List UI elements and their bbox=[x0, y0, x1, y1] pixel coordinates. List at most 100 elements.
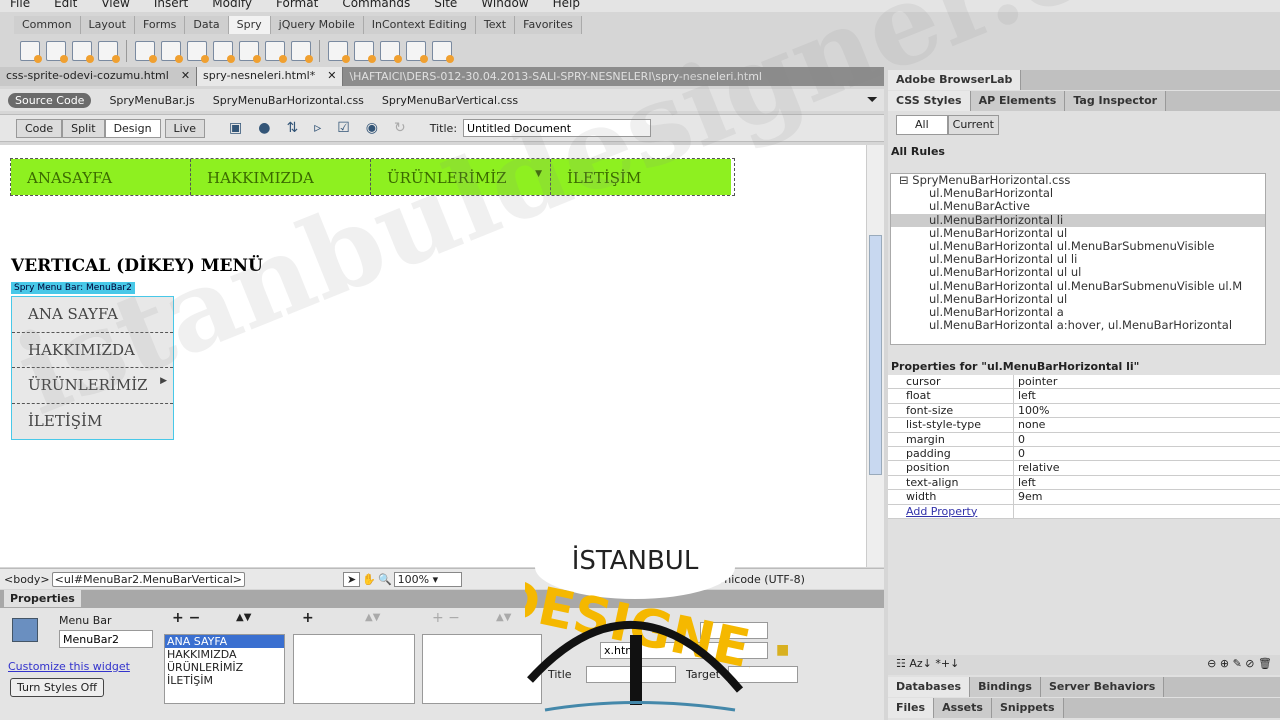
menu-item[interactable]: ÜRÜNLERİMİZ ▼ bbox=[371, 159, 551, 195]
menu-items-list[interactable]: ANA SAYFA HAKKIMIZDA ÜRÜNLERİMİZ İLETİŞİM bbox=[164, 634, 285, 704]
collapse-icon[interactable]: ⊟ bbox=[899, 174, 909, 187]
menu-item[interactable]: İLETİŞİM bbox=[551, 159, 731, 195]
property-value[interactable]: 0 bbox=[1014, 433, 1025, 446]
property-value[interactable]: 9em bbox=[1014, 490, 1042, 503]
property-value[interactable]: left bbox=[1014, 476, 1036, 489]
css-rule[interactable]: ul.MenuBarHorizontal li bbox=[891, 213, 1265, 227]
submenu-items-list[interactable] bbox=[293, 634, 415, 704]
preview-browser-icon[interactable]: ● bbox=[258, 120, 270, 136]
browse-folder-icon[interactable]: ■ bbox=[776, 642, 789, 658]
css-property-row[interactable]: width 9em bbox=[888, 490, 1280, 505]
tab-forms[interactable]: Forms bbox=[134, 16, 186, 34]
design-view-button[interactable]: Design bbox=[104, 118, 161, 138]
spry-validation-text-icon[interactable] bbox=[135, 41, 157, 63]
css-actions-icons[interactable]: ⊖ ⊕ ✎ ⊘ 🗑 bbox=[1207, 657, 1272, 670]
menu-item[interactable]: İLETİŞİM bbox=[12, 404, 173, 440]
spry-tooltip-icon[interactable] bbox=[432, 41, 454, 63]
tab-assets[interactable]: Assets bbox=[934, 698, 992, 718]
menu-item[interactable]: HAKKIMIZDA bbox=[191, 159, 371, 195]
spry-repeat-list-icon[interactable] bbox=[98, 41, 120, 63]
filter-icon[interactable]: ⏷ bbox=[867, 92, 878, 108]
menu-item[interactable]: ÜRÜNLERİMİZ ▶ bbox=[12, 368, 173, 404]
tab-jquery-mobile[interactable]: jQuery Mobile bbox=[270, 16, 364, 34]
css-property-row[interactable]: cursor pointer bbox=[888, 375, 1280, 390]
spry-accordion-icon[interactable] bbox=[380, 41, 402, 63]
all-button[interactable]: All bbox=[896, 115, 948, 135]
zoom-select[interactable]: 100% ▾ bbox=[393, 571, 462, 587]
design-view[interactable]: ANASAYFA HAKKIMIZDA ÜRÜNLERİMİZ ▼ İLETİŞİ… bbox=[0, 145, 866, 567]
menu-insert[interactable]: Insert bbox=[144, 0, 202, 12]
css-property-row[interactable]: margin 0 bbox=[888, 432, 1280, 447]
visual-aids-icon[interactable]: ◉ bbox=[366, 120, 378, 136]
spry-validation-select-icon[interactable] bbox=[213, 41, 235, 63]
spry-dataset-icon[interactable] bbox=[20, 41, 42, 63]
zoom-tool-icon[interactable]: 🔍 bbox=[378, 573, 392, 586]
live-view-button[interactable]: Live bbox=[164, 118, 206, 138]
widget-name-input[interactable] bbox=[59, 630, 153, 648]
menu-view[interactable]: View bbox=[91, 0, 143, 12]
tab-spry[interactable]: Spry bbox=[228, 16, 271, 34]
hand-tool-icon[interactable]: ✋ bbox=[362, 573, 376, 586]
file-management-icon[interactable]: ⇅ bbox=[286, 120, 298, 136]
title-input[interactable] bbox=[463, 119, 652, 137]
doc-tab-active[interactable]: spry-nesneleri.html* ✕ bbox=[197, 67, 344, 86]
tag-body[interactable]: <body> bbox=[4, 573, 50, 586]
rules-tree[interactable]: ⊟ SpryMenuBarHorizontal.css ul.MenuBarHo… bbox=[890, 173, 1266, 345]
tab-databases[interactable]: Databases bbox=[888, 677, 971, 697]
spry-validation-password-icon[interactable] bbox=[239, 41, 261, 63]
tab-layout[interactable]: Layout bbox=[80, 16, 135, 34]
css-rule[interactable]: ul.MenuBarHorizontal ul bbox=[891, 226, 1265, 240]
tab-server-behaviors[interactable]: Server Behaviors bbox=[1040, 677, 1165, 697]
menu-site[interactable]: Site bbox=[424, 0, 471, 12]
menu-window[interactable]: Window bbox=[471, 0, 542, 12]
related-file[interactable]: SpryMenuBarHorizontal.css bbox=[213, 94, 364, 107]
tab-common[interactable]: Common bbox=[14, 16, 81, 34]
related-file[interactable]: SpryMenuBarVertical.css bbox=[382, 94, 518, 107]
tab-data[interactable]: Data bbox=[185, 16, 229, 34]
css-property-row[interactable]: position relative bbox=[888, 461, 1280, 476]
menu-item[interactable]: ANA SAYFA bbox=[12, 297, 173, 333]
menu-format[interactable]: Format bbox=[266, 0, 332, 12]
subsubmenu-items-list[interactable] bbox=[422, 634, 542, 704]
check-browser-icon[interactable]: ☑ bbox=[337, 120, 350, 136]
close-icon[interactable]: ✕ bbox=[181, 69, 190, 82]
add-remove-item-icon[interactable]: + − bbox=[172, 610, 200, 626]
spry-tabbed-panels-icon[interactable] bbox=[354, 41, 376, 63]
menu-item[interactable]: HAKKIMIZDA bbox=[12, 333, 173, 368]
add-item-icon[interactable]: + bbox=[302, 610, 314, 626]
related-file[interactable]: SpryMenuBar.js bbox=[109, 94, 194, 107]
tab-text[interactable]: Text bbox=[475, 16, 516, 34]
tab-snippets[interactable]: Snippets bbox=[991, 698, 1064, 718]
css-rule[interactable]: ul.MenuBarActive bbox=[891, 200, 1265, 213]
css-rule[interactable]: ul.MenuBarHorizontal a:hover, ul.MenuBar… bbox=[891, 318, 1265, 332]
move-up-down-icon[interactable]: ▲▼ bbox=[236, 612, 251, 623]
css-rule[interactable]: ul.MenuBarHorizontal ul.MenuBarSubmenuVi… bbox=[891, 279, 1265, 293]
multiscreen-icon[interactable]: ▣ bbox=[229, 120, 242, 136]
property-value[interactable]: left bbox=[1014, 389, 1036, 402]
css-property-row[interactable]: padding 0 bbox=[888, 446, 1280, 462]
turn-styles-off-button[interactable]: Turn Styles Off bbox=[10, 678, 104, 697]
tab-css-styles[interactable]: CSS Styles bbox=[888, 91, 971, 111]
tab-bindings[interactable]: Bindings bbox=[970, 677, 1041, 697]
source-code-button[interactable]: Source Code bbox=[8, 92, 92, 108]
tab-favorites[interactable]: Favorites bbox=[515, 16, 582, 34]
set-properties-icon[interactable]: *+↓ bbox=[935, 657, 959, 670]
spry-validation-radio-icon[interactable] bbox=[291, 41, 313, 63]
pointer-tool-icon[interactable]: ➤ bbox=[343, 571, 361, 587]
spry-validation-confirm-icon[interactable] bbox=[265, 41, 287, 63]
split-view-button[interactable]: Split bbox=[62, 118, 105, 138]
category-view-icon[interactable]: ☷ bbox=[896, 657, 906, 670]
menu-item[interactable]: ANASAYFA bbox=[11, 159, 191, 195]
design-scrollbar[interactable] bbox=[866, 145, 884, 567]
tab-ap-elements[interactable]: AP Elements bbox=[970, 91, 1066, 111]
css-property-row[interactable]: font-size 100% bbox=[888, 403, 1280, 419]
spry-collapsible-panel-icon[interactable] bbox=[406, 41, 428, 63]
spry-widget-tab[interactable]: Spry Menu Bar: MenuBar2 bbox=[11, 282, 135, 294]
menu-item-option[interactable]: ANA SAYFA bbox=[165, 635, 284, 648]
tab-tag-inspector[interactable]: Tag Inspector bbox=[1065, 91, 1167, 111]
property-value[interactable]: 0 bbox=[1014, 447, 1025, 460]
tag-selected[interactable]: <ul#MenuBar2.MenuBarVertical> bbox=[51, 571, 246, 587]
css-property-row[interactable]: list-style-type none bbox=[888, 418, 1280, 433]
spry-validation-textarea-icon[interactable] bbox=[161, 41, 183, 63]
tab-browserlab[interactable]: Adobe BrowserLab bbox=[888, 70, 1022, 90]
